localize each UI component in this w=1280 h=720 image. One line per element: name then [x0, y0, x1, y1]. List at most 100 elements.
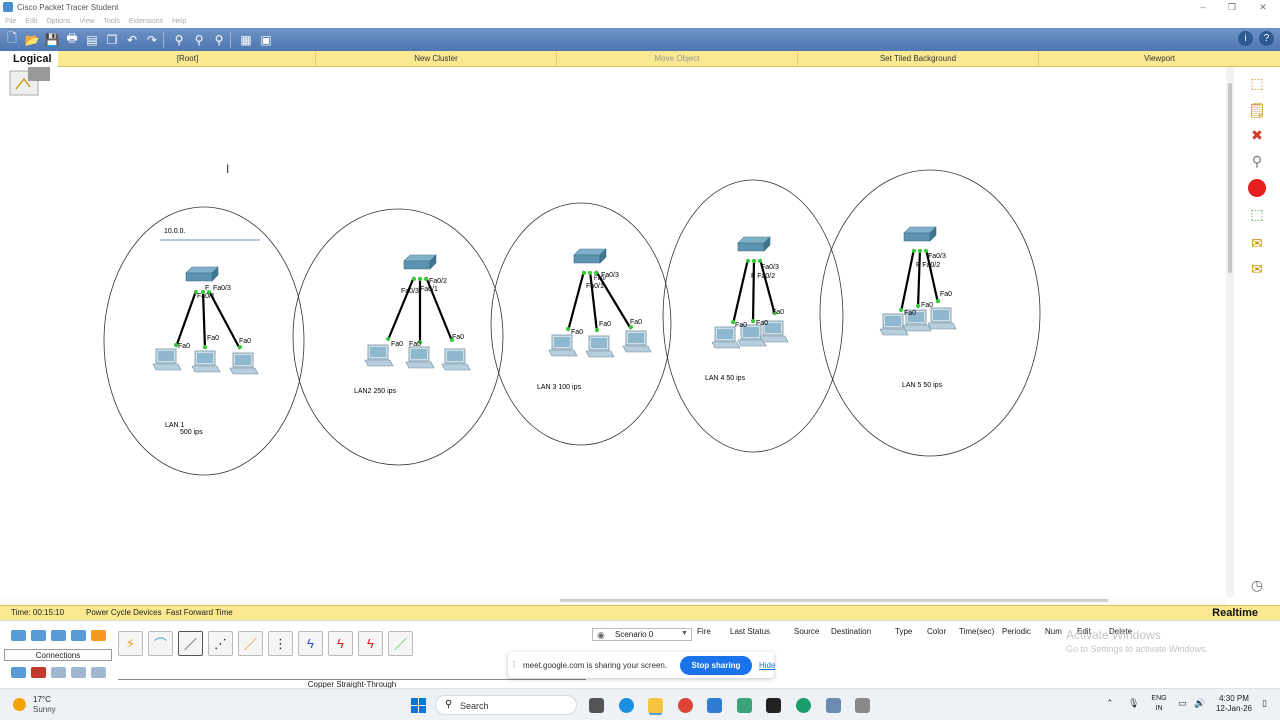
new-cluster-button[interactable]: New Cluster: [316, 51, 556, 67]
security-device-icon[interactable]: [31, 667, 46, 678]
place-note-icon[interactable]: 🗒: [1246, 100, 1268, 120]
logical-tab[interactable]: Logical: [0, 51, 58, 67]
canvas-vertical-scrollbar[interactable]: [1226, 67, 1234, 597]
lan-5-pc-1[interactable]: [879, 313, 909, 336]
redo-icon[interactable]: ↷: [144, 32, 160, 48]
taskbar-search-box[interactable]: ⚲ Search: [435, 695, 577, 715]
set-tiled-background-button[interactable]: Set Tiled Background: [798, 51, 1038, 67]
info-icon[interactable]: i: [1238, 31, 1253, 46]
end-devices-icon[interactable]: [31, 630, 46, 641]
lan-5-switch[interactable]: [903, 226, 937, 242]
lan-2-boundary[interactable]: [292, 208, 504, 466]
lan-3-pc-1[interactable]: [548, 334, 578, 357]
save-icon[interactable]: 💾: [44, 32, 60, 48]
network-icon[interactable]: ▭: [1178, 698, 1187, 709]
lan-2-switch[interactable]: [403, 254, 437, 270]
chevron-down-icon[interactable]: ▼: [681, 630, 688, 637]
copy-icon[interactable]: ❐: [104, 32, 120, 48]
custom-made-icon[interactable]: [91, 667, 106, 678]
volume-icon[interactable]: 🔊: [1194, 698, 1205, 709]
task-view-icon[interactable]: [589, 698, 604, 713]
lan-5-boundary[interactable]: [819, 169, 1041, 457]
zoom-reset-icon[interactable]: ⚲: [191, 32, 207, 48]
draw-shape-icon[interactable]: [1246, 178, 1268, 198]
canvas-horizontal-scrollbar[interactable]: [0, 597, 1226, 605]
console-cable-icon[interactable]: ⌒: [148, 631, 173, 656]
edge-browser-icon[interactable]: [619, 698, 634, 713]
print-icon[interactable]: 🖶: [64, 31, 80, 48]
chevron-up-icon[interactable]: ⌃: [1106, 698, 1114, 709]
serial-dce-cable-icon[interactable]: ϟ: [328, 631, 353, 656]
open-folder-icon[interactable]: 📂: [24, 32, 40, 48]
lan-1-pc-2[interactable]: [191, 350, 221, 373]
logical-workspace-canvas[interactable]: I Fa0/3 F Fa0/1 Fa0 Fa0 Fa0 LAN 1 500 ip…: [0, 67, 1226, 597]
serial-dte-cable-icon[interactable]: ϟ: [358, 631, 383, 656]
inspect-icon[interactable]: ⚲: [1246, 151, 1268, 171]
root-button[interactable]: [Root]: [60, 51, 315, 67]
maximize-button[interactable]: ❐: [1215, 0, 1249, 14]
zoom-out-icon[interactable]: ⚲: [211, 32, 227, 48]
straight-through-cable-icon[interactable]: ／: [178, 631, 203, 656]
chrome-icon[interactable]: [678, 698, 693, 713]
calculator-icon[interactable]: [855, 698, 870, 713]
octal-cable-icon[interactable]: ／: [388, 631, 413, 656]
menu-file[interactable]: File: [5, 18, 16, 25]
crossover-cable-icon[interactable]: ⋰: [208, 631, 233, 656]
lan-4-switch[interactable]: [737, 236, 771, 252]
file-explorer-icon[interactable]: [648, 698, 663, 713]
new-file-icon[interactable]: 🗋: [4, 31, 20, 48]
custom-devices-icon[interactable]: ▣: [258, 32, 274, 48]
store-icon[interactable]: [707, 698, 722, 713]
app-icon[interactable]: [737, 698, 752, 713]
note-input[interactable]: 10.0.0.: [164, 228, 185, 235]
lan-3-pc-2[interactable]: [585, 335, 615, 358]
hide-banner-link[interactable]: Hide: [759, 661, 775, 670]
add-simple-pdu-icon[interactable]: ✉: [1246, 233, 1268, 253]
lan-2-pc-1[interactable]: [364, 344, 394, 367]
menu-view[interactable]: View: [79, 18, 94, 25]
lan-5-pc-3[interactable]: [927, 307, 957, 330]
power-cycle-devices-button[interactable]: Power Cycle Devices: [86, 608, 162, 617]
notifications-icon[interactable]: ▯: [1262, 698, 1267, 709]
realtime-mode-tab[interactable]: Realtime: [1212, 606, 1258, 621]
lan-1-pc-1[interactable]: [152, 348, 182, 371]
cloud-device-icon[interactable]: [51, 667, 66, 678]
add-complex-pdu-icon[interactable]: ✉: [1246, 259, 1268, 279]
menu-help[interactable]: Help: [172, 18, 186, 25]
note-edit-box[interactable]: 10.0.0.: [160, 228, 260, 241]
fast-forward-time-button[interactable]: Fast Forward Time: [166, 608, 233, 617]
undo-icon[interactable]: ↶: [124, 32, 140, 48]
menu-tools[interactable]: Tools: [104, 18, 120, 25]
language-indicator[interactable]: ENG IN: [1149, 694, 1169, 714]
menu-edit[interactable]: Edit: [25, 18, 37, 25]
chrome-profile-icon[interactable]: [796, 698, 811, 713]
lan-2-pc-2[interactable]: [405, 346, 435, 369]
components-icon[interactable]: [51, 630, 66, 641]
connections-category-icon[interactable]: [91, 630, 106, 641]
multiuser-icon[interactable]: [71, 667, 86, 678]
lan-3-boundary[interactable]: [490, 202, 672, 446]
lan-1-pc-3[interactable]: [229, 352, 259, 375]
menu-options[interactable]: Options: [46, 18, 70, 25]
auto-connection-icon[interactable]: ⚡: [118, 631, 143, 656]
delete-icon[interactable]: ✖: [1246, 125, 1268, 145]
fiber-cable-icon[interactable]: ／: [238, 631, 263, 656]
system-clock[interactable]: 4:30 PM 12-Jan-26: [1212, 694, 1256, 714]
lan-2-pc-3[interactable]: [441, 348, 471, 371]
activity-wizard-icon[interactable]: ▤: [84, 32, 100, 48]
coaxial-cable-icon[interactable]: ϟ: [298, 631, 323, 656]
help-icon[interactable]: ?: [1259, 31, 1274, 46]
terminal-icon[interactable]: [766, 698, 781, 713]
select-tool-icon[interactable]: ⬚: [1246, 73, 1268, 93]
resize-shape-icon[interactable]: ⬚: [1246, 204, 1268, 224]
packet-tracer-taskbar-icon[interactable]: [826, 698, 841, 713]
scenario-select[interactable]: Scenario 0: [592, 628, 692, 641]
lan-3-switch[interactable]: [573, 248, 607, 264]
stop-sharing-button[interactable]: Stop sharing: [680, 656, 752, 675]
zoom-in-icon[interactable]: ⚲: [171, 32, 187, 48]
realtime-clock-icon[interactable]: ◷: [1246, 575, 1268, 595]
lan-1-switch[interactable]: [185, 266, 219, 282]
drag-handle-icon[interactable]: ⁞: [513, 660, 515, 669]
viewport-button[interactable]: Viewport: [1039, 51, 1280, 67]
misc-device-icon[interactable]: [11, 667, 26, 678]
